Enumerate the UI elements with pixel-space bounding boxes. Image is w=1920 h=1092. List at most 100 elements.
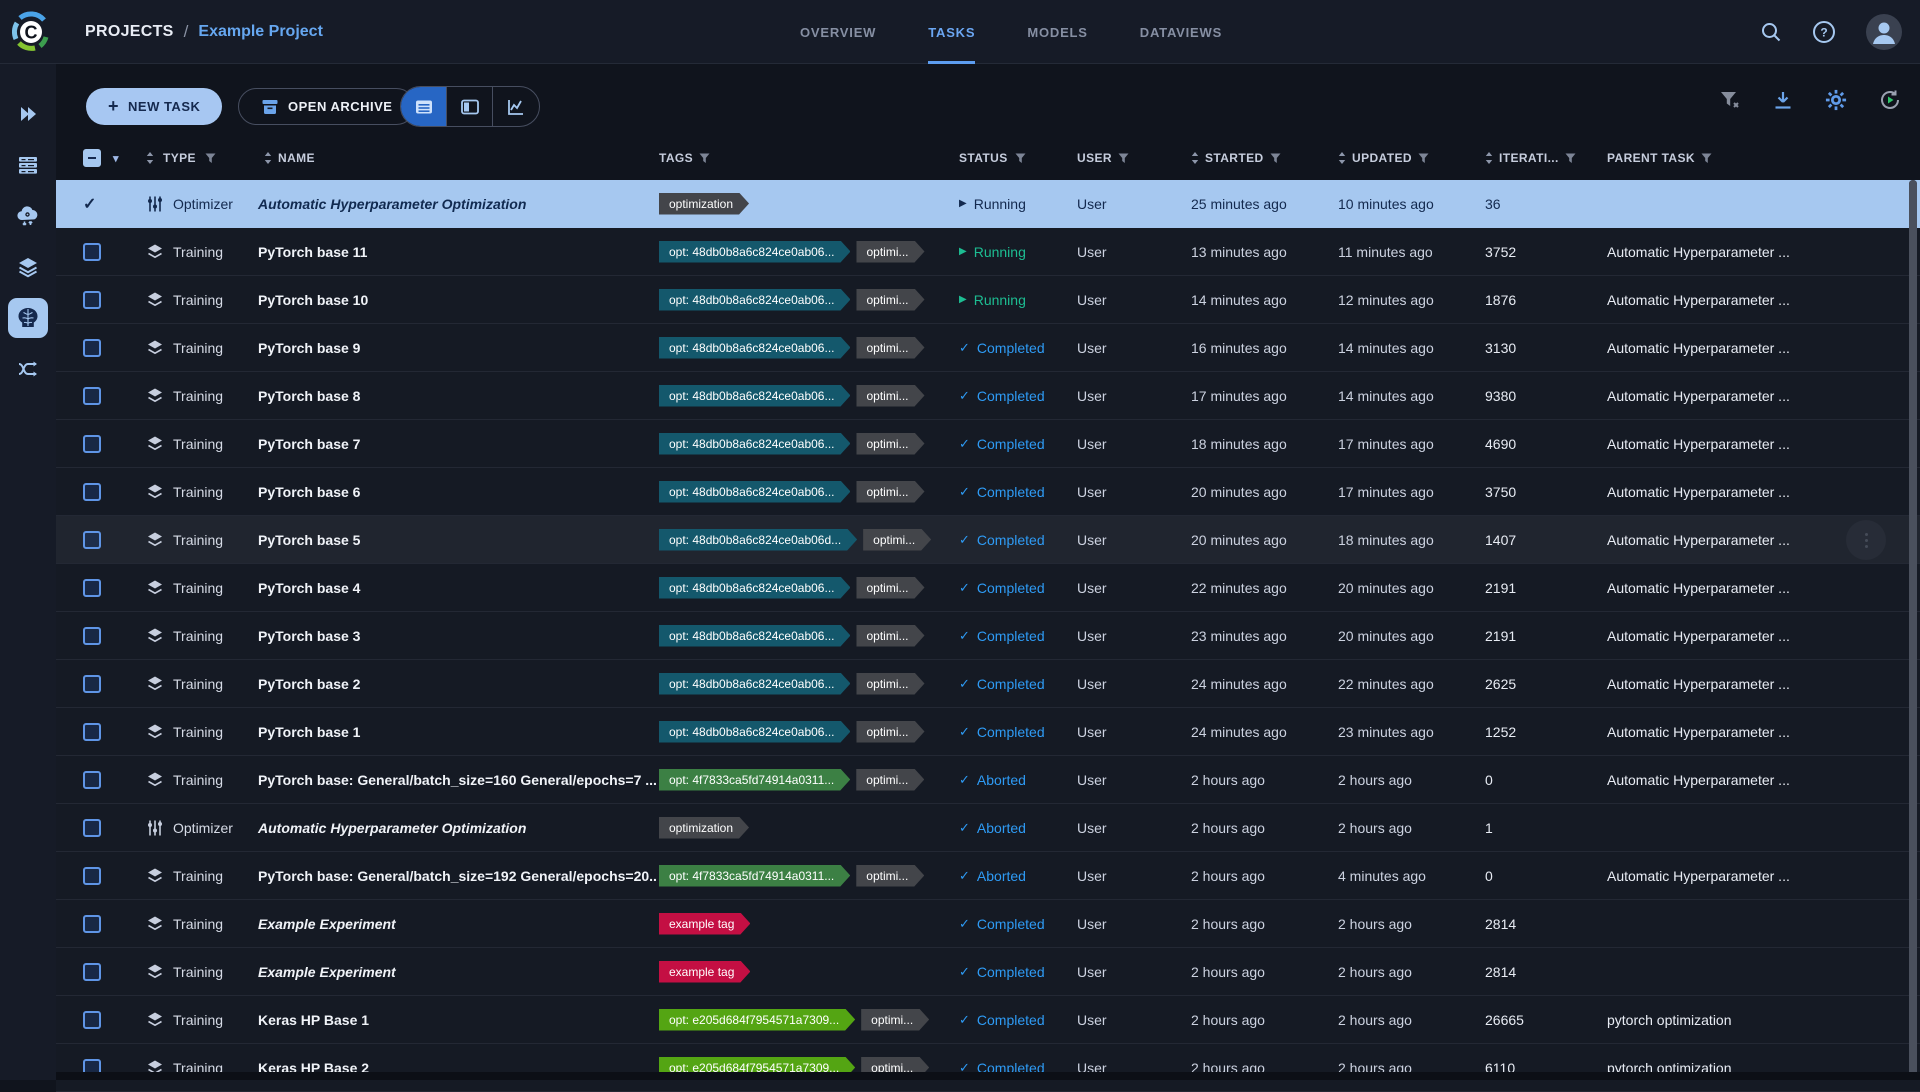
table-row[interactable]: TrainingPyTorch base 10opt: 48db0b8a6c82… (56, 276, 1920, 324)
column-header-parent[interactable]: PARENT TASK (1604, 136, 1920, 180)
tag-badge[interactable]: optimi... (861, 1009, 929, 1031)
sidebar-item-projects[interactable] (0, 292, 56, 343)
tag-badge[interactable]: optimi... (856, 721, 924, 743)
scrollbar-thumb[interactable] (1909, 180, 1917, 1078)
sidebar-item-workers-queues[interactable] (0, 139, 56, 190)
sort-icon[interactable] (264, 152, 272, 164)
tag-badge[interactable]: optimi... (856, 289, 924, 311)
row-checkbox[interactable] (83, 243, 101, 261)
row-checkbox[interactable] (83, 579, 101, 597)
filter-icon[interactable] (1701, 153, 1712, 164)
tag-badge[interactable]: opt: 48db0b8a6c824ce0ab06... (659, 721, 850, 743)
column-header-check[interactable]: ▾ (56, 136, 116, 180)
table-row[interactable]: TrainingPyTorch base: General/batch_size… (56, 756, 1920, 804)
tag-badge[interactable]: optimization (659, 193, 749, 215)
row-checkbox[interactable] (83, 339, 101, 357)
row-checkbox[interactable] (83, 531, 101, 549)
tag-badge[interactable]: opt: 48db0b8a6c824ce0ab06... (659, 433, 850, 455)
table-row[interactable]: TrainingPyTorch base 8opt: 48db0b8a6c824… (56, 372, 1920, 420)
tag-badge[interactable]: opt: 48db0b8a6c824ce0ab06... (659, 481, 850, 503)
tag-badge[interactable]: opt: 48db0b8a6c824ce0ab06... (659, 673, 850, 695)
tag-badge[interactable]: optimization (659, 817, 749, 839)
tag-badge[interactable]: optimi... (856, 865, 924, 887)
table-view-button[interactable] (401, 87, 447, 126)
tag-badge[interactable]: optimi... (856, 433, 924, 455)
table-row[interactable]: TrainingPyTorch base 5opt: 48db0b8a6c824… (56, 516, 1920, 564)
filter-icon[interactable] (1118, 153, 1129, 164)
breadcrumb-current-project[interactable]: Example Project (198, 23, 323, 41)
row-checkbox[interactable] (83, 675, 101, 693)
open-archive-button[interactable]: OPEN ARCHIVE (238, 88, 415, 125)
tag-badge[interactable]: example tag (659, 913, 750, 935)
chart-view-button[interactable] (493, 87, 539, 126)
tag-badge[interactable]: opt: e205d684f7954571a7309... (659, 1009, 855, 1031)
tag-badge[interactable]: opt: 48db0b8a6c824ce0ab06... (659, 577, 850, 599)
tag-badge[interactable]: optimi... (856, 385, 924, 407)
sidebar-item-autoscalers[interactable] (0, 190, 56, 241)
row-checkbox[interactable] (83, 627, 101, 645)
table-row[interactable]: TrainingPyTorch base 6opt: 48db0b8a6c824… (56, 468, 1920, 516)
row-checkbox[interactable] (83, 1011, 101, 1029)
tag-badge[interactable]: optimi... (856, 577, 924, 599)
tag-badge[interactable]: opt: 4f7833ca5fd74914a0311... (659, 769, 850, 791)
sidebar-item-getting-started[interactable] (0, 88, 56, 139)
table-row[interactable]: TrainingPyTorch base: General/batch_size… (56, 852, 1920, 900)
tag-badge[interactable]: opt: 48db0b8a6c824ce0ab06... (659, 337, 850, 359)
tag-badge[interactable]: opt: 4f7833ca5fd74914a0311... (659, 865, 850, 887)
row-checkbox[interactable] (83, 915, 101, 933)
sort-icon[interactable] (146, 152, 154, 164)
breadcrumb-projects[interactable]: PROJECTS (85, 23, 174, 41)
row-checkbox[interactable] (83, 819, 101, 837)
row-checkbox[interactable] (83, 435, 101, 453)
tab-overview[interactable]: OVERVIEW (800, 0, 876, 64)
tag-badge[interactable]: optimi... (856, 625, 924, 647)
tag-badge[interactable]: opt: 48db0b8a6c824ce0ab06... (659, 625, 850, 647)
column-header-started[interactable]: STARTED (1188, 136, 1335, 180)
table-row[interactable]: TrainingExample Experimentexample tag✓Co… (56, 948, 1920, 996)
filter-icon[interactable] (1270, 153, 1281, 164)
split-view-button[interactable] (447, 87, 493, 126)
new-task-button[interactable]: + NEW TASK (86, 88, 222, 125)
select-all-checkbox[interactable] (83, 149, 101, 167)
sidebar-item-datasets[interactable] (0, 241, 56, 292)
tag-badge[interactable]: opt: 48db0b8a6c824ce0ab06d... (659, 529, 857, 551)
tab-tasks[interactable]: TASKS (928, 0, 975, 64)
clear-filters-icon[interactable] (1719, 89, 1741, 111)
column-header-name[interactable]: NAME (256, 136, 656, 180)
settings-gear-icon[interactable] (1825, 89, 1847, 111)
table-row[interactable]: OptimizerAutomatic Hyperparameter Optimi… (56, 804, 1920, 852)
tag-badge[interactable]: optimi... (856, 337, 924, 359)
tag-badge[interactable]: optimi... (856, 481, 924, 503)
sidebar-item-pipelines[interactable] (0, 343, 56, 394)
tag-badge[interactable]: optimi... (856, 769, 924, 791)
tag-badge[interactable]: opt: 48db0b8a6c824ce0ab06... (659, 241, 850, 263)
table-row[interactable]: TrainingExample Experimentexample tag✓Co… (56, 900, 1920, 948)
table-row[interactable]: TrainingKeras HP Base 2opt: e205d684f795… (56, 1044, 1920, 1092)
search-icon[interactable] (1760, 21, 1782, 43)
table-row[interactable]: TrainingKeras HP Base 1opt: e205d684f795… (56, 996, 1920, 1044)
table-row[interactable]: TrainingPyTorch base 7opt: 48db0b8a6c824… (56, 420, 1920, 468)
row-checkmark[interactable]: ✓ (83, 194, 96, 214)
filter-icon[interactable] (1565, 153, 1576, 164)
column-header-type[interactable]: TYPE (116, 136, 256, 180)
sort-icon[interactable] (1191, 152, 1199, 164)
row-menu-button[interactable] (1846, 520, 1886, 560)
filter-icon[interactable] (1418, 153, 1429, 164)
row-checkbox[interactable] (83, 867, 101, 885)
row-checkbox[interactable] (83, 723, 101, 741)
table-row[interactable]: TrainingPyTorch base 2opt: 48db0b8a6c824… (56, 660, 1920, 708)
table-row[interactable]: TrainingPyTorch base 4opt: 48db0b8a6c824… (56, 564, 1920, 612)
row-checkbox[interactable] (83, 963, 101, 981)
table-row[interactable]: TrainingPyTorch base 9opt: 48db0b8a6c824… (56, 324, 1920, 372)
download-icon[interactable] (1772, 89, 1794, 111)
table-row[interactable]: TrainingPyTorch base 3opt: 48db0b8a6c824… (56, 612, 1920, 660)
user-avatar[interactable] (1866, 14, 1902, 50)
column-header-status[interactable]: STATUS (956, 136, 1074, 180)
filter-icon[interactable] (1015, 153, 1026, 164)
filter-icon[interactable] (699, 153, 710, 164)
tag-badge[interactable]: optimi... (856, 241, 924, 263)
column-header-tags[interactable]: TAGS (656, 136, 956, 180)
auto-refresh-icon[interactable] (1878, 88, 1902, 112)
tag-badge[interactable]: example tag (659, 961, 750, 983)
table-row[interactable]: TrainingPyTorch base 1opt: 48db0b8a6c824… (56, 708, 1920, 756)
